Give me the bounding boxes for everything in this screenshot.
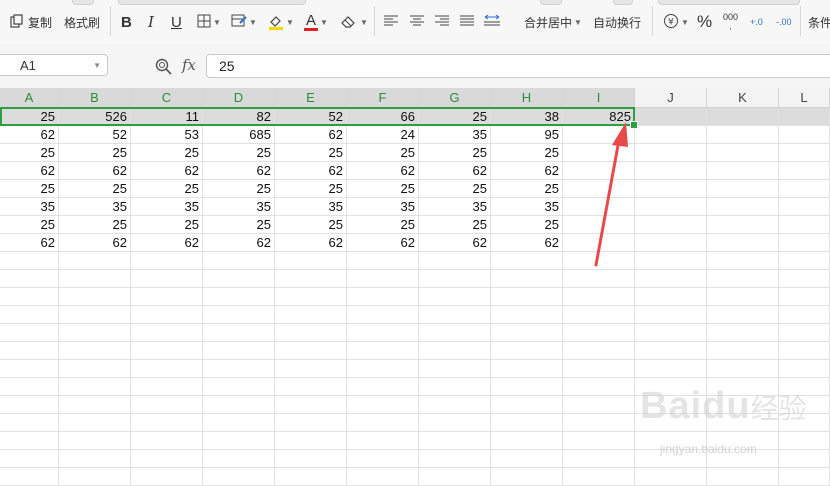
baidu-watermark: Baidu经验 <box>640 385 807 428</box>
watermark-brand: Baidu <box>640 385 751 427</box>
watermark-url: jingyan.baidu.com <box>660 442 757 456</box>
watermark-brand-cn: 经验 <box>750 393 807 424</box>
